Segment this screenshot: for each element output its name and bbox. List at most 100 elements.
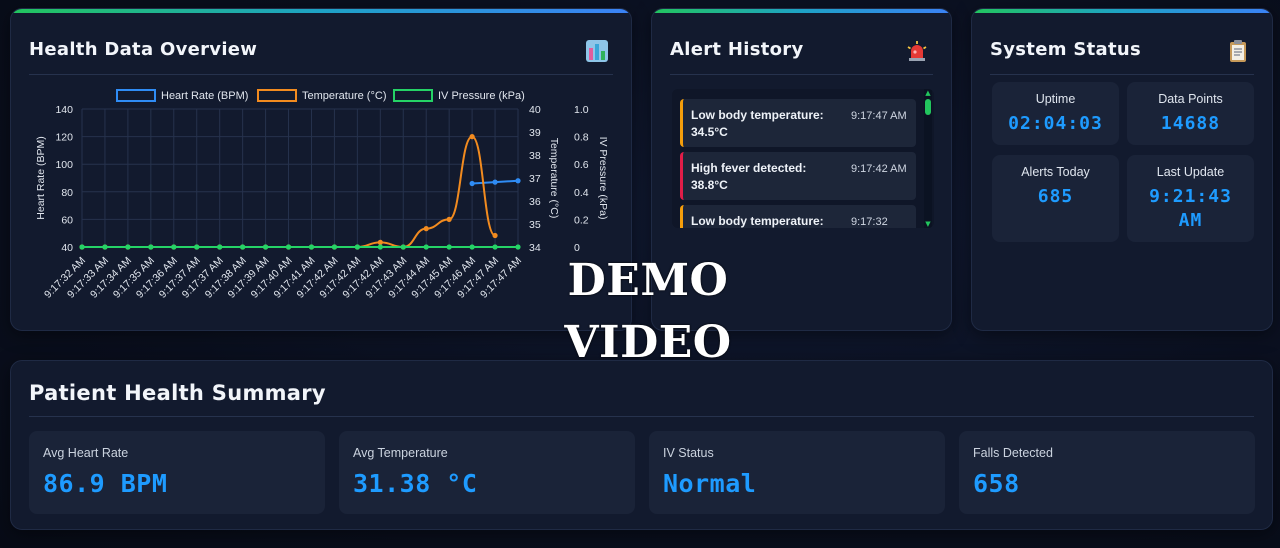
heart-rate-point [515,178,521,184]
alerts-divider [670,74,933,75]
demo-video-watermark: DEMO VIDEO [548,250,748,374]
y-iv-axis-title: IV Pressure (kPa) [597,137,609,220]
falls-detected-value: 658 [973,469,1020,498]
iv-pressure-point [194,244,200,250]
avg-heart-rate-label: Avg Heart Rate [43,446,129,460]
iv-pressure-point [285,244,292,250]
y-iv-tick-label: 1.0 [574,104,589,116]
system-status-card: System Status Uptime 02:04:03 Data Point… [971,8,1273,331]
y-iv-tick-label: 0.4 [574,187,589,199]
y-temp-tick-label: 38 [529,150,541,162]
alert-time: 9:17:42 AM [851,163,907,175]
alerts-today-stat: Alerts Today 685 [992,155,1119,242]
iv-pressure-point [331,244,338,250]
iv-pressure-point [102,244,108,250]
alert-message: Low body temperature: 34.5°C [691,108,824,139]
alerts-today-value: 685 [1037,186,1074,207]
uptime-value: 02:04:03 [1008,113,1103,134]
avg-temperature-box: Avg Temperature 31.38 °C [339,431,635,514]
health-chart: 4060801001201403435363738394000.20.40.60… [35,89,609,301]
data-points-label: Data Points [1158,92,1223,106]
summary-title: Patient Health Summary [29,381,326,405]
falls-detected-label: Falls Detected [973,446,1053,460]
y-temp-tick-label: 40 [529,104,541,116]
watermark-line-1: DEMO [567,255,729,306]
iv-pressure-point [515,244,521,250]
iv-pressure-point [377,244,383,250]
data-points-value: 14688 [1160,113,1221,134]
last-update-ampm: AM [1178,210,1203,231]
iv-pressure-point [79,244,85,250]
iv-pressure-point [217,244,223,250]
avg-heart-rate-box: Avg Heart Rate 86.9 BPM [29,431,325,514]
falls-detected-box: Falls Detected 658 [959,431,1255,514]
iv-pressure-point [354,244,360,250]
y-left-tick-label: 120 [55,132,73,144]
y-left-axis-title: Heart Rate (BPM) [35,136,47,219]
y-temp-tick-label: 35 [529,219,541,231]
heart-rate-point [469,180,475,187]
y-iv-tick-label: 0.8 [574,132,589,144]
alert-message: High fever detected: 38.8°C [691,161,807,192]
iv-pressure-point [171,244,177,250]
status-title: System Status [990,39,1141,60]
status-divider [990,74,1254,75]
y-temp-tick-label: 34 [529,242,541,254]
uptime-stat: Uptime 02:04:03 [992,82,1119,145]
card-accent-bar [652,9,951,13]
temperature-point [469,134,475,140]
legend-swatch [393,89,433,102]
iv-status-label: IV Status [663,446,714,460]
iv-pressure-point [423,244,429,250]
y-iv-tick-label: 0.2 [574,214,589,226]
y-temp-axis-title: Temperature (°C) [548,138,560,219]
clipboard-icon [1230,40,1246,62]
y-left-tick-label: 40 [61,242,73,254]
avg-heart-rate-value: 86.9 BPM [43,469,168,498]
avg-temperature-value: 31.38 °C [353,469,478,498]
summary-divider [29,416,1254,417]
card-accent-bar [972,9,1272,13]
iv-pressure-point [446,244,452,250]
health-data-overview-card: Health Data Overview 40 60 80 100 120 140 34 35… [10,8,632,331]
temperature-point [423,226,429,232]
alert-scrollbar[interactable]: ▲ ▼ [924,89,932,228]
legend-swatch [116,89,156,102]
temperature-point [377,239,383,245]
alerts-title: Alert History [670,39,804,60]
y-temp-tick-label: 39 [529,127,541,139]
heart-rate-point [492,179,498,185]
last-update-label: Last Update [1156,165,1225,179]
siren-icon [907,41,927,61]
y-temp-tick-label: 37 [529,173,541,185]
alerts-today-label: Alerts Today [1021,165,1090,179]
iv-pressure-point [492,244,498,250]
temperature-point [446,216,452,222]
legend-label: IV Pressure (kPa) [438,90,525,102]
iv-pressure-point [240,244,246,250]
iv-status-value: Normal [663,469,757,498]
iv-pressure-point [469,244,475,250]
y-iv-tick-label: 0.6 [574,159,589,171]
alert-time: 9:17:32 [851,216,888,228]
patient-health-summary-card: Patient Health Summary Avg Heart Rate 86… [10,360,1273,530]
scroll-up-arrow-icon[interactable]: ▲ [924,89,932,97]
last-update-time: 9:21:43 [1149,186,1232,207]
alert-item[interactable]: Low body temperature: 9:17:32 [680,205,916,228]
legend-label: Temperature (°C) [302,90,386,102]
alert-item[interactable]: Low body temperature: 34.5°C 9:17:47 AM [680,99,916,147]
alert-message: Low body temperature: [691,214,824,228]
alert-item[interactable]: High fever detected: 38.8°C 9:17:42 AM [680,152,916,200]
iv-pressure-point [148,244,154,250]
scroll-thumb[interactable] [925,99,931,115]
y-left-tick-label: 100 [55,159,73,171]
iv-status-box: IV Status Normal [649,431,945,514]
iv-pressure-point [308,244,315,250]
iv-pressure-point [125,244,131,250]
uptime-label: Uptime [1035,92,1076,106]
alert-list[interactable]: Low body temperature: 34.5°C 9:17:47 AM … [672,89,934,228]
scroll-down-arrow-icon[interactable]: ▼ [924,220,932,228]
legend-label: Heart Rate (BPM) [161,90,248,102]
y-left-tick-label: 80 [61,187,73,199]
y-left-tick-label: 140 [55,104,73,116]
